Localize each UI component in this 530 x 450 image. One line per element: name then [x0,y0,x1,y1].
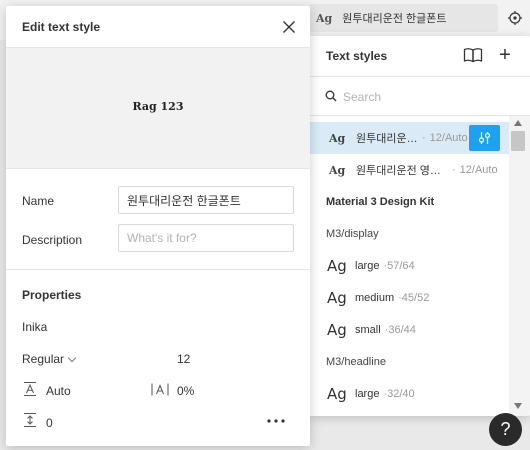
edit-panel-title: Edit text style [22,20,101,34]
style-size: 12/Auto [429,132,468,144]
font-weight-value: Regular [22,352,65,366]
text-style-icon: Ag [329,131,346,145]
line-height-icon [24,382,36,396]
style-name: large [355,260,380,272]
scroll-up-arrow-icon[interactable] [514,120,522,126]
style-name: small [355,324,381,336]
library-group-header[interactable]: Material 3 Design Kit [309,186,509,218]
description-field[interactable] [118,224,294,252]
edit-style-button[interactable] [469,125,500,151]
style-size: 36/44 [388,324,416,336]
folder-label: M3/headline [326,356,386,368]
style-search [309,76,530,116]
text-style-icon: Ag [329,163,346,177]
close-icon[interactable] [282,20,296,34]
font-size-input[interactable]: 12 [177,352,190,366]
text-styles-panel: Text styles + Ag 원투대리운전 한글폰트 · 12/Auto [309,36,530,416]
scrollbar-track[interactable] [509,116,530,416]
style-name: large [355,388,380,400]
book-icon[interactable] [463,47,483,63]
search-icon [325,90,337,102]
folder-label: M3/display [326,228,379,240]
text-style-icon: Ag [327,257,347,275]
text-style-icon: Ag [327,385,347,403]
scroll-down-arrow-icon[interactable] [514,403,522,409]
letter-spacing-icon [151,383,169,396]
chevron-down-icon [67,353,77,362]
preview-text: Rag 123 [132,100,184,113]
edit-text-style-panel: Edit text style Rag 123 Name Description… [6,6,310,446]
scrollbar-thumb[interactable] [511,131,525,151]
font-weight-dropdown[interactable]: Regular [22,352,77,366]
description-label: Description [22,233,83,247]
target-icon[interactable] [507,10,523,26]
style-row[interactable]: Ag medium · 45/52 [309,282,509,314]
text-style-icon: Ag [327,321,347,339]
style-size: 12/Auto [459,164,498,176]
style-separator: · [452,164,456,176]
applied-text-style-name: 원투대리운전 한글폰트 [342,13,447,25]
style-name: 원투대리운전 한글폰트 [356,133,418,145]
style-row[interactable]: Ag 원투대리운전 영문폰트 · 12/Auto [309,154,509,186]
style-folder-display[interactable]: M3/display [309,218,509,250]
style-preview: Rag 123 [6,48,310,169]
name-field[interactable] [118,186,294,214]
section-divider [6,269,310,270]
style-name: 원투대리운전 영문폰트 [356,165,448,177]
style-size: 32/40 [387,388,415,400]
text-styles-list: Ag 원투대리운전 한글폰트 · 12/Auto Ag 원투대리운전 영문폰트 … [309,122,509,410]
style-row-selected[interactable]: Ag 원투대리운전 한글폰트 · 12/Auto [309,122,509,154]
library-group-title: Material 3 Design Kit [326,196,435,208]
text-style-icon: Ag [327,289,347,307]
style-row[interactable]: Ag small · 36/44 [309,314,509,346]
search-input[interactable] [343,87,493,107]
adjust-icon [478,132,491,144]
plus-icon[interactable]: + [495,45,515,65]
text-style-icon: Ag [316,11,333,25]
paragraph-spacing-icon [24,413,36,427]
font-family-picker[interactable]: Inika [22,320,47,334]
name-label: Name [22,194,55,208]
applied-text-style[interactable]: Ag 원투대리운전 한글폰트 [308,4,498,32]
style-row[interactable]: Ag large · 57/64 [309,250,509,282]
line-height-input[interactable]: Auto [46,384,71,398]
style-size: 57/64 [387,260,415,272]
style-name: medium [355,292,395,304]
edit-panel-header: Edit text style [6,6,310,48]
style-separator: · [422,132,426,144]
properties-title: Properties [22,288,82,302]
style-size: 45/52 [401,292,430,304]
style-row[interactable]: Ag large · 32/40 [309,378,509,410]
style-folder-headline[interactable]: M3/headline [309,346,509,378]
paragraph-spacing-input[interactable]: 0 [46,416,53,430]
text-styles-title: Text styles [326,49,388,63]
help-button[interactable]: ? [489,413,522,446]
more-options-icon[interactable] [266,416,286,426]
letter-spacing-input[interactable]: 0% [177,384,194,398]
